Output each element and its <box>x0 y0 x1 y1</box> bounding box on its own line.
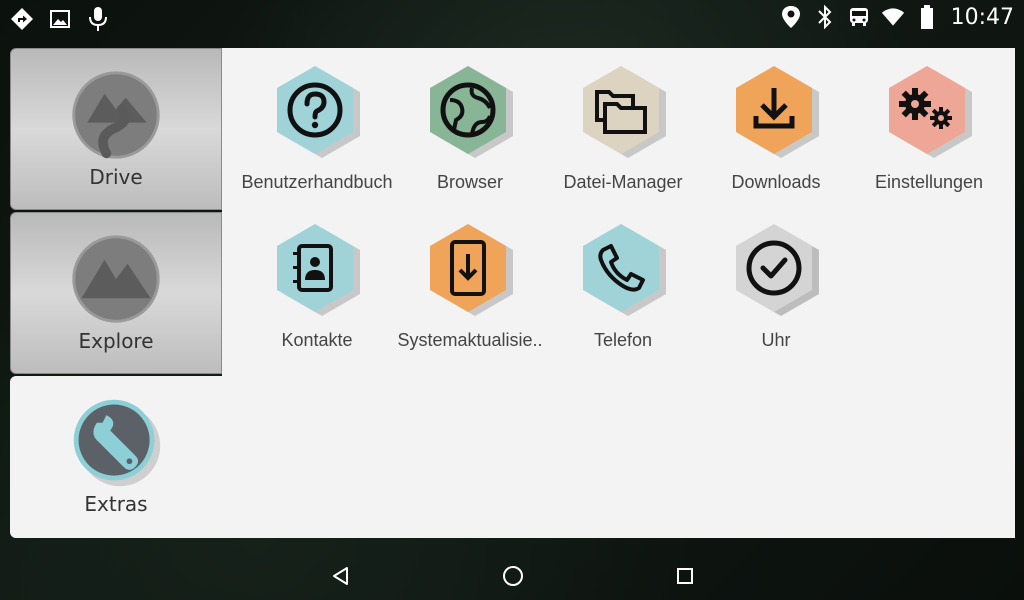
wifi-icon <box>881 4 905 30</box>
app-uhr[interactable]: Uhr <box>701 222 851 351</box>
tab-label: Extras <box>84 492 148 516</box>
app-systemaktualisierung[interactable]: Systemaktualisie.. <box>395 222 545 351</box>
app-browser[interactable]: Browser <box>395 64 545 193</box>
back-button[interactable] <box>328 563 354 589</box>
phone-icon <box>583 224 666 316</box>
battery-icon <box>915 4 939 30</box>
navigation-bar <box>0 550 1024 600</box>
folders-icon <box>583 66 666 158</box>
help-icon <box>277 66 360 158</box>
system-update-icon <box>430 224 513 316</box>
app-label: Browser <box>436 172 503 192</box>
bus-icon <box>847 4 871 30</box>
app-label: Telefon <box>593 330 653 350</box>
apps-panel: Benutzerhandbuch Browser Datei-Manager D… <box>222 48 1015 538</box>
tab-label: Explore <box>78 329 154 353</box>
app-label: Uhr <box>761 330 791 350</box>
app-label: Systemaktualisie.. <box>397 330 543 350</box>
app-label: Benutzerhandbuch <box>241 172 393 192</box>
road-icon <box>72 71 160 159</box>
gears-icon <box>889 66 972 158</box>
recents-button[interactable] <box>672 563 698 589</box>
app-einstellungen[interactable]: Einstellungen <box>854 64 1004 193</box>
home-button[interactable] <box>500 563 526 589</box>
wrench-icon <box>73 399 161 487</box>
microphone-icon <box>86 6 110 32</box>
tab-label: Drive <box>89 165 143 189</box>
app-benutzerhandbuch[interactable]: Benutzerhandbuch <box>241 64 393 193</box>
navigation-icon <box>10 6 34 32</box>
bluetooth-icon <box>813 4 837 30</box>
globe-icon <box>430 66 513 158</box>
app-telefon[interactable]: Telefon <box>548 222 698 351</box>
status-bar: 10:47 <box>0 0 1024 40</box>
tab-drive[interactable]: Drive <box>10 48 222 210</box>
tab-explore[interactable]: Explore <box>10 212 222 374</box>
app-kontakte[interactable]: Kontakte <box>242 222 392 351</box>
clock-icon <box>736 224 819 316</box>
location-icon <box>779 4 803 30</box>
app-downloads[interactable]: Downloads <box>701 64 851 193</box>
contacts-icon <box>277 224 360 316</box>
image-icon <box>48 6 72 32</box>
mountain-icon <box>72 235 160 323</box>
app-datei-manager[interactable]: Datei-Manager <box>548 64 698 193</box>
app-label: Einstellungen <box>874 172 984 192</box>
back-icon <box>333 567 348 585</box>
tab-extras[interactable]: Extras <box>10 376 222 538</box>
app-label: Datei-Manager <box>563 172 683 192</box>
status-time: 10:47 <box>950 4 1014 30</box>
recents-icon <box>677 568 693 584</box>
download-icon <box>736 66 819 158</box>
app-label: Downloads <box>731 172 821 192</box>
home-icon <box>503 566 523 586</box>
app-label: Kontakte <box>281 330 353 350</box>
